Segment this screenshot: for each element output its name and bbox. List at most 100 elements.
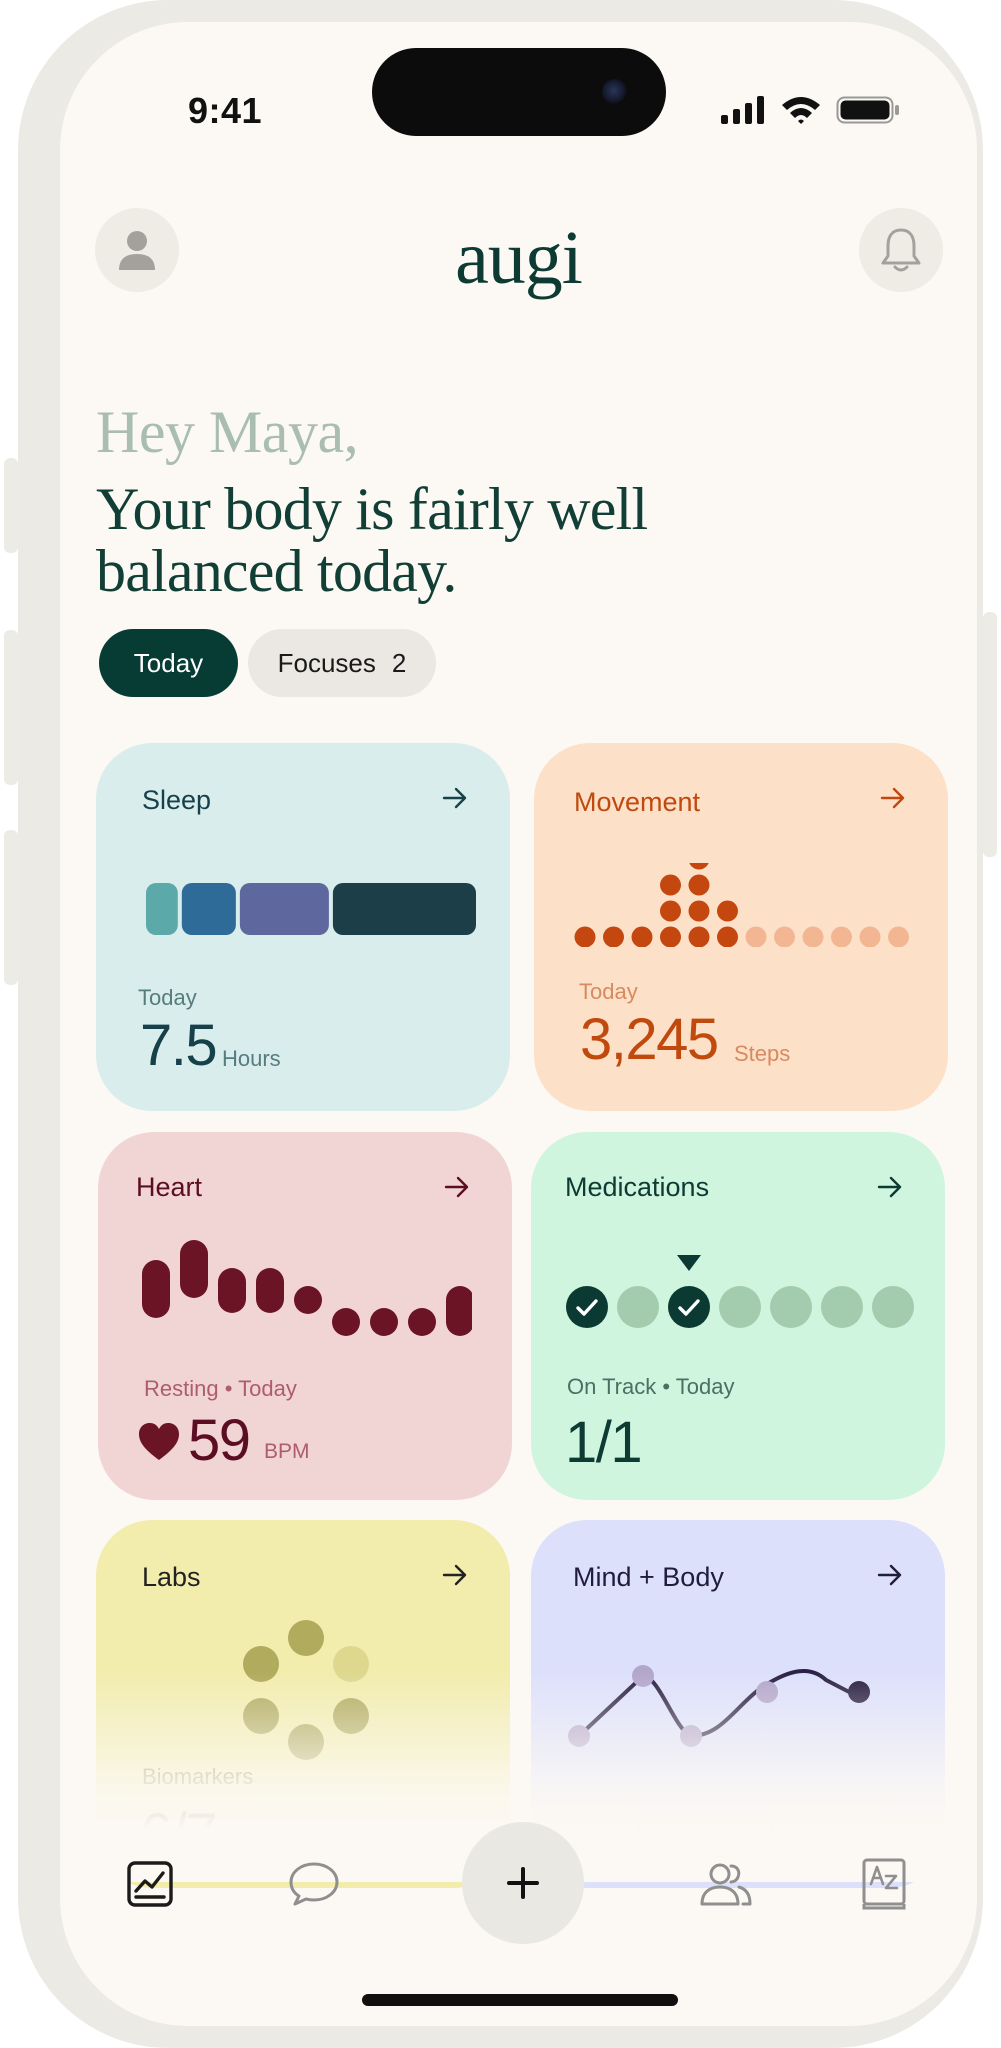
mind-body-card-title: Mind + Body — [573, 1562, 724, 1592]
dictionary-tab-icon — [862, 1858, 906, 1910]
health-summary-headline: Your body is fairly well balanced today. — [96, 476, 648, 604]
tab-focuses-label: Focuses — [277, 647, 376, 678]
heart-card[interactable]: Heart Resting • Today 59 BPM — [98, 1132, 512, 1500]
dose-taken — [566, 1286, 608, 1328]
steps-dot — [660, 926, 681, 947]
tab-chat[interactable] — [282, 1852, 346, 1916]
steps-dot — [688, 926, 710, 947]
steps-dot — [660, 874, 681, 896]
sleep-card[interactable]: Sleep Today 7.5 Hours — [96, 743, 510, 1111]
trend-point — [756, 1681, 778, 1703]
sleep-period-label: Today — [138, 985, 197, 1010]
mind-body-trend-chart — [568, 1665, 870, 1747]
movement-period-label: Today — [579, 979, 638, 1004]
tab-focuses[interactable]: Focuses 2 — [248, 629, 436, 697]
steps-dot — [802, 926, 824, 947]
heart-bar — [332, 1308, 360, 1336]
steps-dot — [831, 926, 852, 947]
heart-bar — [370, 1308, 398, 1336]
dose-pending — [719, 1286, 761, 1328]
heart-bar — [180, 1240, 208, 1298]
movement-card[interactable]: Movement Today 3,245 Steps — [534, 743, 948, 1111]
volume-up-button — [4, 630, 18, 785]
steps-dot — [774, 926, 795, 947]
trend-point — [680, 1725, 702, 1747]
tab-dictionary[interactable] — [852, 1852, 916, 1916]
phone-frame: 9:41 augi Hey Maya, Your body is fairly … — [18, 0, 983, 2048]
add-button[interactable] — [462, 1822, 584, 1944]
labs-card-title: Labs — [142, 1562, 201, 1592]
sleep-stage-segment — [239, 883, 329, 935]
heart-icon — [139, 1423, 179, 1460]
heart-bar — [446, 1286, 472, 1336]
sleep-stage-segment — [332, 883, 476, 935]
biomarker-dot — [288, 1724, 324, 1760]
medications-value: 1/1 — [565, 1410, 643, 1475]
arrow-right-icon — [442, 1564, 467, 1586]
heart-bar — [256, 1268, 284, 1313]
tab-trends[interactable] — [118, 1852, 182, 1916]
add-icon — [507, 1867, 539, 1899]
sleep-unit: Hours — [222, 1046, 281, 1071]
home-indicator — [362, 1994, 678, 2006]
current-dose-marker-icon — [677, 1255, 701, 1271]
arrow-right-icon — [442, 787, 467, 809]
medications-card-title: Medications — [565, 1172, 710, 1202]
biomarker-dot — [243, 1698, 279, 1734]
sleep-stages-chart — [146, 883, 476, 935]
mind-body-card[interactable]: Mind + Body Balanced — [531, 1520, 945, 1888]
signal-icon — [721, 96, 764, 124]
steps-dot — [717, 900, 738, 922]
dose-taken — [668, 1286, 710, 1328]
steps-unit: Steps — [734, 1041, 791, 1066]
action-button — [4, 458, 18, 553]
tab-today-label: Today — [133, 647, 204, 678]
status-icons — [720, 92, 900, 128]
trend-point — [568, 1725, 590, 1747]
heart-card-title: Heart — [136, 1172, 203, 1202]
dose-pending — [617, 1286, 659, 1328]
arrow-right-icon — [444, 1176, 469, 1198]
steps-value: 3,245 — [580, 1007, 719, 1072]
tab-care-team[interactable] — [694, 1852, 758, 1916]
heart-bar — [218, 1268, 246, 1313]
steps-dot — [888, 926, 909, 947]
power-button — [983, 612, 997, 857]
trend-line — [577, 1668, 855, 1738]
volume-down-button — [4, 830, 18, 985]
steps-dot — [689, 863, 709, 870]
sleep-value: 7.5 — [140, 1013, 218, 1078]
dynamic-island — [372, 48, 666, 136]
biomarker-dot — [333, 1698, 369, 1734]
steps-dot — [631, 926, 653, 947]
movement-card-title: Movement — [574, 787, 701, 817]
steps-dot — [603, 926, 624, 947]
heart-bar — [142, 1260, 170, 1318]
notifications-button[interactable] — [859, 208, 943, 292]
sleep-card-title: Sleep — [142, 785, 212, 815]
bell-icon — [881, 228, 921, 272]
wifi-icon — [782, 97, 820, 124]
trend-point — [632, 1665, 654, 1687]
sleep-stage-segment — [146, 883, 178, 935]
heart-rate-value: 59 — [188, 1408, 251, 1473]
arrow-right-icon — [877, 1176, 902, 1198]
steps-dot — [717, 926, 738, 947]
phone-screen: 9:41 augi Hey Maya, Your body is fairly … — [60, 22, 977, 2026]
medications-card[interactable]: Medications On Track • Today 1/1 — [531, 1132, 945, 1500]
camera-icon — [602, 79, 628, 105]
steps-dot — [660, 900, 681, 922]
tab-today[interactable]: Today — [99, 629, 238, 697]
steps-dot-chart — [574, 863, 909, 947]
focuses-count-badge: 2 — [391, 647, 407, 678]
dose-pending — [872, 1286, 914, 1328]
dose-pending — [821, 1286, 863, 1328]
people-tab-icon — [700, 1863, 752, 1906]
heart-bar — [294, 1286, 322, 1314]
steps-dot — [859, 926, 881, 947]
steps-dot — [688, 874, 710, 896]
labs-card[interactable]: Labs Biomarkers 6/7 — [96, 1520, 510, 1888]
steps-dot — [745, 926, 767, 947]
battery-icon — [836, 96, 899, 124]
heart-bar — [408, 1308, 436, 1336]
